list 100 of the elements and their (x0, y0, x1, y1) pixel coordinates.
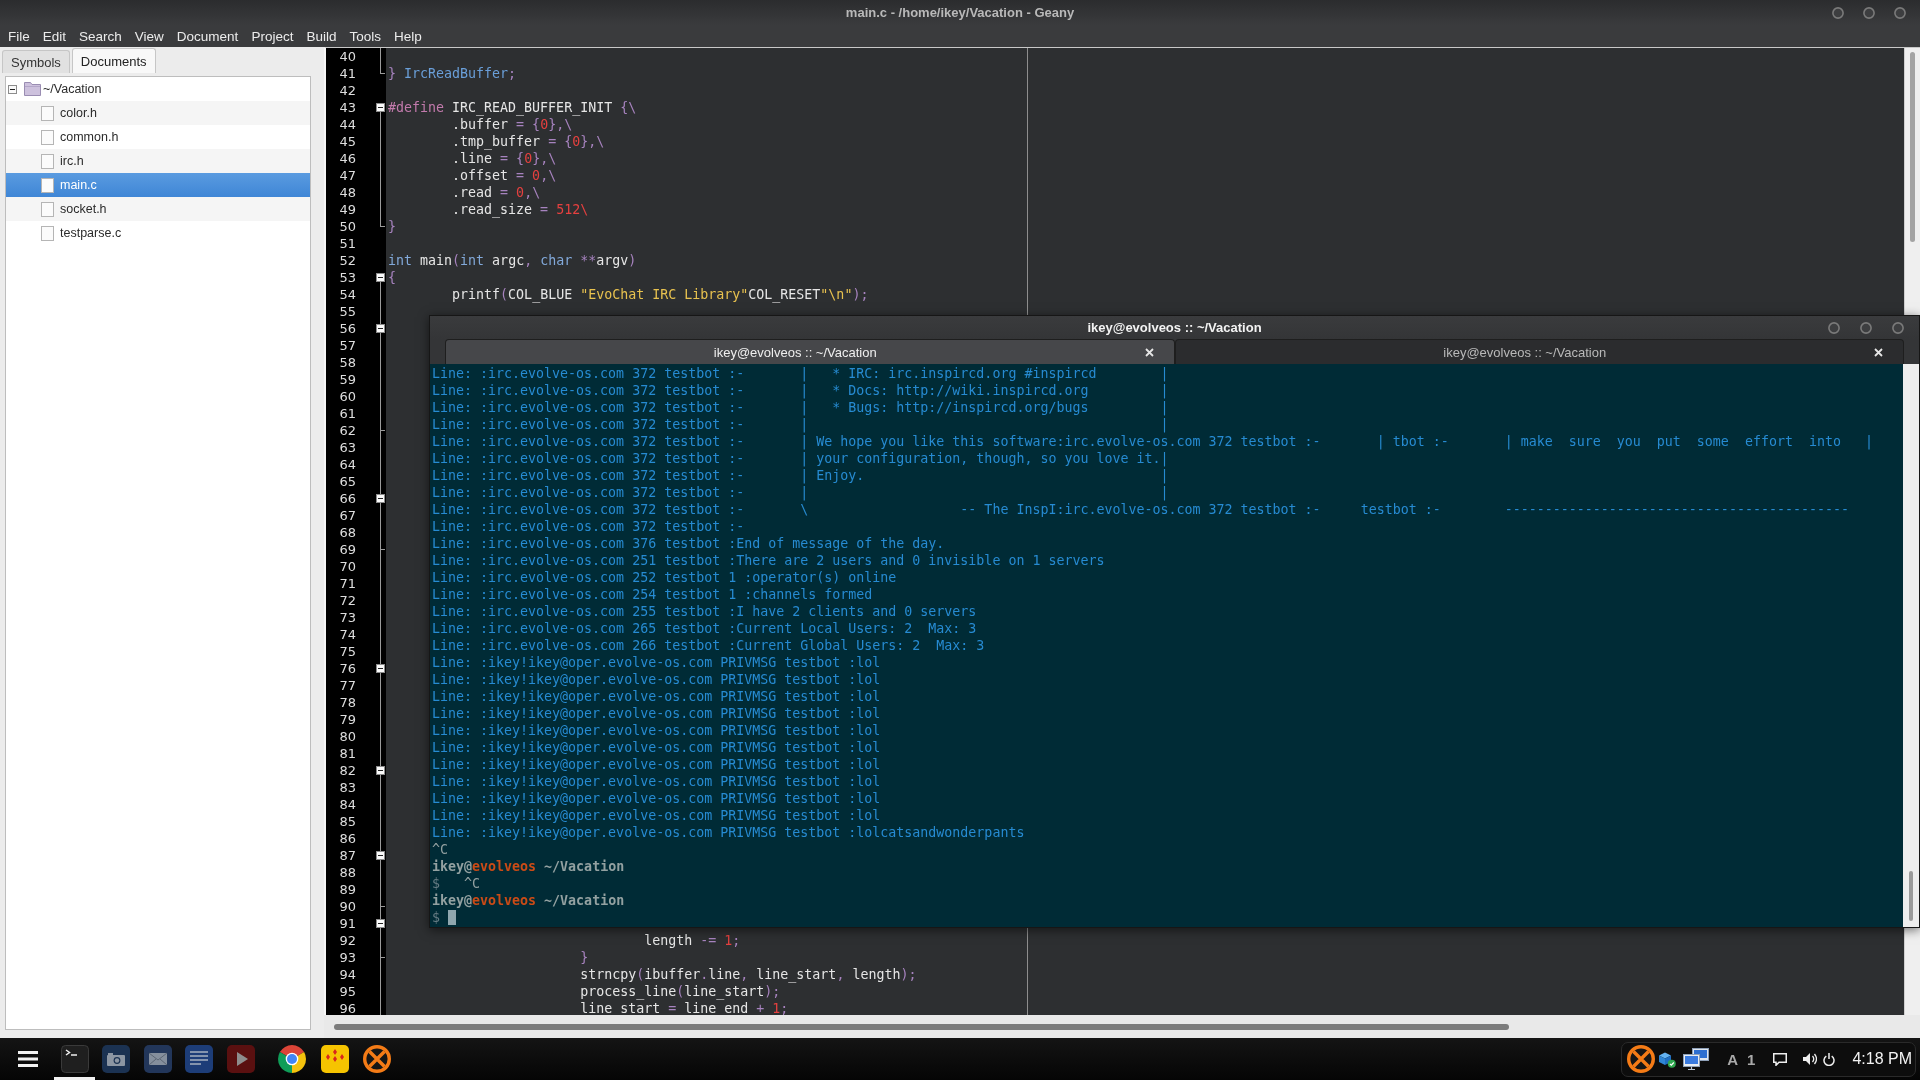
sidebar-tab[interactable]: Documents (71, 48, 156, 73)
box-check-icon[interactable] (1658, 1050, 1677, 1068)
code-line: int main(int argc, char **argv) (388, 253, 637, 268)
code-line: { (388, 270, 396, 285)
prompt-user: ikey@ (432, 893, 473, 908)
terminal-line: Line: :ikey!ikey@oper.evolve-os.com PRIVMSG testbot :lolcatsandwonderpants (432, 825, 1025, 840)
code-line: .tmp_buffer = {0},\ (452, 134, 605, 149)
line-number: 48 (339, 185, 356, 200)
code-line: } (388, 219, 396, 234)
line-number: 96 (339, 1001, 356, 1015)
code-line: .buffer = {0},\ (452, 117, 573, 132)
tree-item[interactable]: irc.h (6, 149, 310, 173)
tray-label[interactable]: 1 (1747, 1050, 1756, 1068)
minus-square-icon[interactable] (376, 494, 385, 503)
line-number: 91 (339, 916, 356, 931)
line-number: 94 (339, 967, 356, 982)
menu-item[interactable]: Document (176, 28, 239, 44)
minus-square-icon[interactable] (376, 766, 385, 775)
line-number: 47 (339, 168, 356, 183)
line-number: 60 (339, 389, 356, 404)
prompt-path: ~/Vacation (544, 893, 625, 908)
envelope-icon[interactable] (143, 1045, 172, 1073)
minus-square-icon[interactable] (8, 84, 17, 94)
code-line: printf(COL_BLUE "EvoChat IRC Library"COL_RESET"\n"); (452, 287, 869, 302)
terminal-line: Line: :irc.evolve-os.com 372 testbot :- | your configuration, though, so you love it.| (432, 451, 1169, 466)
tree-item[interactable]: socket.h (6, 197, 310, 221)
line-number: 83 (339, 780, 356, 795)
line-number: 64 (339, 457, 356, 472)
terminal-line: Line: :irc.evolve-os.com 372 testbot :- \ -- The InspI:irc.evolve-os.com 372 testbot :- testbot :- ------------------------------------------- (432, 502, 1849, 517)
line-number: 79 (339, 712, 356, 727)
line-number: 62 (339, 423, 356, 438)
line-number: 87 (339, 848, 356, 863)
power-icon[interactable] (1823, 1052, 1836, 1066)
line-number: 95 (339, 984, 356, 999)
window-title: main.c - /home/ikey/Vacation - Geany (845, 5, 1075, 20)
vertical-scrollbar[interactable] (1903, 364, 1919, 927)
menu-item[interactable]: Project (251, 28, 294, 44)
menu-item[interactable]: Edit (42, 28, 67, 44)
window-control-icon[interactable] (1860, 321, 1872, 334)
monitors-icon[interactable] (1683, 1048, 1710, 1070)
minus-square-icon[interactable] (376, 103, 385, 112)
folder-icon (24, 82, 41, 96)
line-number: 52 (339, 253, 356, 268)
window-control-icon[interactable] (1863, 6, 1875, 19)
file-icon (41, 153, 54, 169)
terminal-tab[interactable]: ikey@evolveos :: ~/Vacation (1174, 339, 1904, 364)
window-control-icon[interactable] (1894, 6, 1906, 19)
tree-item[interactable]: color.h (6, 101, 310, 125)
speaker-icon[interactable] (1803, 1053, 1818, 1065)
terminal-icon[interactable] (60, 1045, 89, 1073)
menu-icon[interactable] (18, 1051, 38, 1067)
terminal-line: Line: :irc.evolve-os.com 255 testbot :I have 2 clients and 0 servers (432, 604, 977, 619)
menu-item[interactable]: Search (79, 28, 122, 44)
terminal-tab[interactable]: ikey@evolveos :: ~/Vacation (445, 339, 1175, 364)
close-icon[interactable] (1874, 347, 1883, 357)
tree-item[interactable]: ~/Vacation (6, 77, 310, 101)
x-circle-icon[interactable] (1627, 1045, 1656, 1073)
close-icon[interactable] (1144, 347, 1154, 357)
sidebar-tab[interactable]: Symbols (2, 50, 70, 73)
line-number: 75 (339, 644, 356, 659)
file-icon (41, 129, 54, 145)
tree-item[interactable]: common.h (6, 125, 310, 149)
diamonds-tile-icon[interactable] (321, 1045, 350, 1073)
code-line: length -= 1; (644, 933, 741, 948)
line-number: 89 (339, 882, 356, 897)
menu-item[interactable]: Build (306, 28, 337, 44)
minus-square-icon[interactable] (376, 324, 385, 333)
clock-text[interactable]: 4:18 PM (1852, 1050, 1912, 1068)
chat-bubble-icon[interactable] (1773, 1052, 1788, 1066)
minus-square-icon[interactable] (376, 919, 385, 928)
x-circle-icon[interactable] (362, 1045, 391, 1073)
document-lines-icon[interactable] (185, 1045, 214, 1073)
minus-square-icon[interactable] (376, 851, 385, 860)
menu-item[interactable]: File (8, 28, 30, 44)
tray-label[interactable]: A (1727, 1050, 1739, 1068)
code-line: } (580, 950, 589, 965)
window-control-icon[interactable] (1828, 321, 1840, 334)
terminal-line: Line: :irc.evolve-os.com 372 testbot :- | | (432, 485, 1169, 500)
menu-item[interactable]: View (134, 28, 164, 44)
line-number: 81 (339, 746, 356, 761)
minus-square-icon[interactable] (376, 273, 385, 282)
window-control-icon[interactable] (1832, 6, 1844, 19)
line-number: 92 (339, 933, 356, 948)
terminal-line: Line: :ikey!ikey@oper.evolve-os.com PRIVMSG testbot :lol (432, 774, 881, 789)
menu-item[interactable]: Tools (349, 28, 381, 44)
camera-icon[interactable] (102, 1045, 131, 1073)
menu-item[interactable]: Help (393, 28, 422, 44)
window-control-icon[interactable] (1892, 321, 1904, 334)
terminal-line: ^C (432, 842, 448, 857)
tree-item[interactable]: testparse.c (6, 221, 310, 245)
segmented-circle-icon[interactable] (278, 1045, 307, 1073)
play-icon[interactable] (226, 1045, 255, 1073)
line-number: 45 (339, 134, 356, 149)
terminal-line: Line: :ikey!ikey@oper.evolve-os.com PRIVMSG testbot :lol (432, 791, 881, 806)
prompt-host: evolveos (472, 893, 537, 908)
minus-square-icon[interactable] (376, 664, 385, 673)
code-line: .line = {0},\ (452, 151, 557, 166)
code-line: strncpy(ibuffer.line, line_start, length); (580, 967, 917, 982)
terminal-line: Line: :irc.evolve-os.com 372 testbot :- | * Docs: http://wiki.inspircd.org | (432, 383, 1169, 398)
line-number: 40 (339, 49, 356, 64)
